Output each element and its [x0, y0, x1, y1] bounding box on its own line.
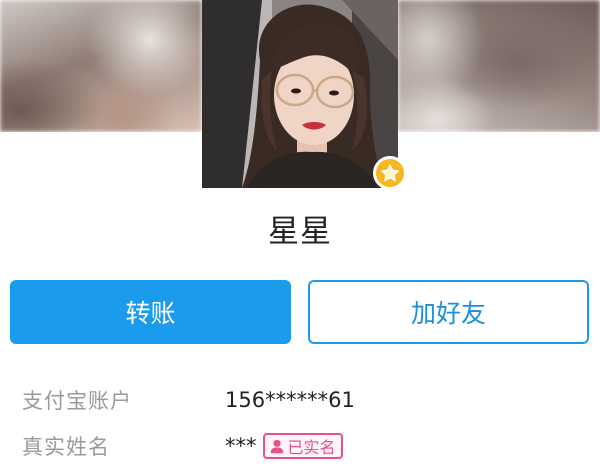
transfer-button[interactable]: 转账: [10, 280, 291, 344]
realname-label: 真实姓名: [22, 435, 110, 459]
info-row-realname: 真实姓名 *** 已实名: [22, 428, 582, 464]
account-label: 支付宝账户: [22, 389, 132, 413]
realname-value-group: *** 已实名: [225, 433, 343, 459]
person-icon: [270, 439, 283, 454]
avatar[interactable]: [202, 0, 398, 188]
star-icon: [373, 156, 407, 190]
verified-badge: 已实名: [262, 433, 343, 459]
add-friend-button[interactable]: 加好友: [308, 280, 589, 344]
avatar-photo: [202, 0, 398, 188]
blurred-backdrop-right: [398, 0, 600, 132]
transfer-button-label: 转账: [125, 299, 176, 328]
verified-label: 已实名: [287, 438, 336, 457]
profile-page: 星星 转账 加好友 支付宝账户 156******61 真实姓名 *** 已实名: [0, 0, 600, 472]
add-friend-button-label: 加好友: [410, 299, 486, 328]
account-value: 156******61: [225, 388, 355, 412]
realname-value: ***: [225, 434, 257, 458]
blurred-backdrop-left: [0, 0, 202, 132]
info-row-account: 支付宝账户 156******61: [22, 382, 582, 418]
profile-name: 星星: [268, 214, 332, 250]
